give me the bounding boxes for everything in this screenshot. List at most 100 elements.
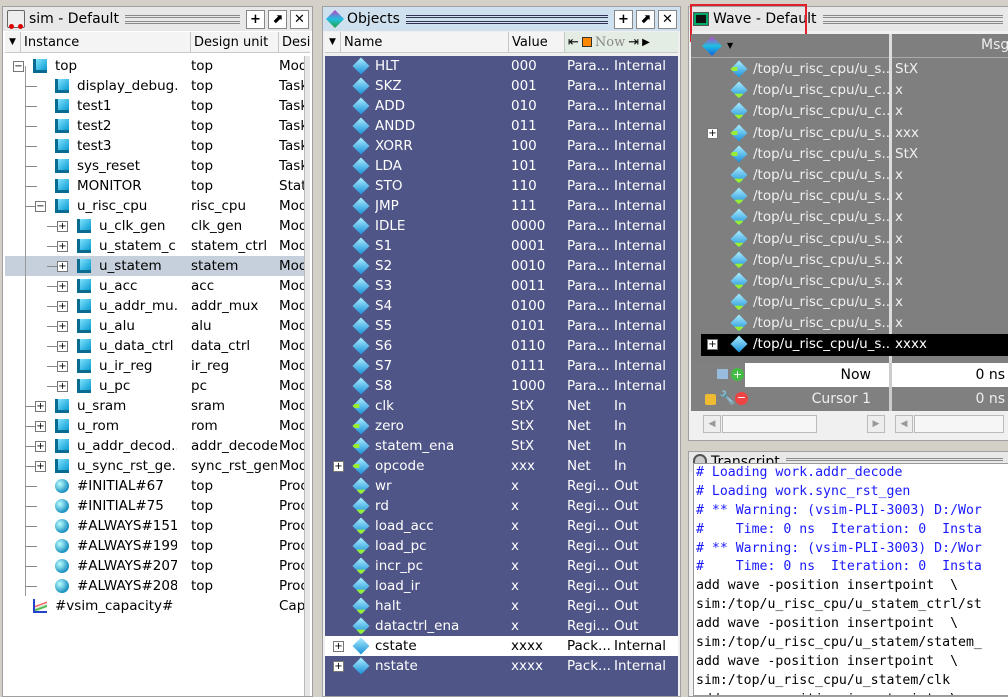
- wave-signal-row[interactable]: /top/u_risc_cpu/u_s... x: [701, 292, 1008, 313]
- object-row[interactable]: + cstate xxxx Pack... Internal: [325, 636, 678, 656]
- object-row[interactable]: S2 0010 Para... Internal: [325, 256, 678, 276]
- drag-handle[interactable]: [124, 14, 240, 24]
- object-row[interactable]: clk StX Net In: [325, 396, 678, 416]
- instance-row[interactable]: +u_accaccModu: [5, 276, 310, 296]
- expand-icon[interactable]: +: [35, 401, 46, 412]
- drag-handle[interactable]: [405, 14, 608, 24]
- wave-signal-row[interactable]: + /top/u_risc_cpu/u_s... xxxx: [701, 334, 1008, 356]
- instance-row[interactable]: #vsim_capacity#Capac: [5, 596, 310, 616]
- object-row[interactable]: incr_pc x Regi... Out: [325, 556, 678, 576]
- wave-signal-row[interactable]: /top/u_risc_cpu/u_c... x: [701, 101, 1008, 122]
- wave-signal-row[interactable]: /top/u_risc_cpu/u_s... x: [701, 271, 1008, 292]
- instance-row[interactable]: +u_alualuModu: [5, 316, 310, 336]
- column-name[interactable]: Name: [341, 32, 509, 52]
- wave-horizontal-scrollbar[interactable]: ◀ ▶ ◀: [691, 413, 1008, 435]
- instance-row[interactable]: +u_sync_rst_ge...sync_rst_genModu: [5, 456, 310, 476]
- wave-signal-row[interactable]: + /top/u_risc_cpu/u_s... xxx: [701, 123, 1008, 144]
- instance-row[interactable]: MONITORtopState: [5, 176, 310, 196]
- instance-row[interactable]: +u_ir_regir_regModu: [5, 356, 310, 376]
- wave-signal-row[interactable]: /top/u_risc_cpu/u_s... x: [701, 229, 1008, 250]
- wave-signal-row[interactable]: /top/u_risc_cpu/u_s... x: [701, 207, 1008, 228]
- object-row[interactable]: + opcode xxx Net In: [325, 456, 678, 476]
- object-row[interactable]: ADD 010 Para... Internal: [325, 96, 678, 116]
- expand-icon[interactable]: +: [35, 441, 46, 452]
- undock-button[interactable]: ⬈: [268, 9, 287, 29]
- cursor-row[interactable]: 🔧 − Cursor 1 0 ns: [691, 387, 1008, 411]
- object-row[interactable]: zero StX Net In: [325, 416, 678, 436]
- column-menu-button[interactable]: ▼: [5, 32, 21, 52]
- instance-row[interactable]: test3 top Task: [5, 136, 310, 156]
- wrench-icon[interactable]: 🔧: [719, 391, 735, 406]
- instance-row[interactable]: #INITIAL#75topProce: [5, 496, 310, 516]
- column-menu-button[interactable]: ▼: [325, 32, 341, 52]
- instance-row[interactable]: −toptopModu: [5, 56, 310, 76]
- add-cursor-icon[interactable]: +: [731, 368, 744, 381]
- scroll-right-icon[interactable]: ▶: [867, 415, 885, 433]
- object-row[interactable]: load_acc x Regi... Out: [325, 516, 678, 536]
- scroll-left-icon[interactable]: ◀: [703, 415, 721, 433]
- column-design-unit[interactable]: Design unit: [191, 32, 279, 52]
- object-row[interactable]: LDA 101 Para... Internal: [325, 156, 678, 176]
- expand-icon[interactable]: +: [57, 301, 68, 312]
- scroll-thumb[interactable]: [914, 415, 1004, 433]
- transcript-console[interactable]: # Loading work.addr_decode # Loading work…: [693, 463, 1008, 696]
- column-instance[interactable]: Instance: [21, 32, 191, 52]
- instance-row[interactable]: #ALWAYS#151...topProce: [5, 516, 310, 536]
- vertical-scrollbar[interactable]: [304, 56, 310, 696]
- dock-plus-button[interactable]: +: [614, 9, 633, 29]
- wave-signal-row[interactable]: /top/u_risc_cpu/u_s... StX: [701, 144, 1008, 165]
- wave-signal-row[interactable]: /top/u_risc_cpu/u_c... x: [701, 80, 1008, 101]
- stop-icon[interactable]: [581, 37, 592, 47]
- instance-row[interactable]: #INITIAL#67topProce: [5, 476, 310, 496]
- column-design-type[interactable]: Design: [279, 32, 310, 52]
- instance-row[interactable]: test1 top Task: [5, 96, 310, 116]
- close-button[interactable]: ✕: [658, 9, 677, 29]
- object-row[interactable]: load_pc x Regi... Out: [325, 536, 678, 556]
- zoom-icon[interactable]: [717, 369, 728, 379]
- expand-icon[interactable]: +: [57, 341, 68, 352]
- expand-icon[interactable]: +: [707, 339, 718, 351]
- object-row[interactable]: S3 0011 Para... Internal: [325, 276, 678, 296]
- wave-signal-row[interactable]: /top/u_risc_cpu/u_s... StX: [701, 59, 1008, 80]
- instance-row[interactable]: #ALWAYS#199...topProce: [5, 536, 310, 556]
- next-edge-icon[interactable]: ⇥: [628, 32, 639, 52]
- scroll-right-icon[interactable]: ▶: [642, 32, 650, 52]
- expand-icon[interactable]: +: [57, 381, 68, 392]
- object-row[interactable]: load_ir x Regi... Out: [325, 576, 678, 596]
- instance-row[interactable]: +u_statem_c...statem_ctrlModu: [5, 236, 310, 256]
- instance-row[interactable]: #ALWAYS#208...topProce: [5, 576, 310, 596]
- object-row[interactable]: + nstate xxxx Pack... Internal: [325, 656, 678, 676]
- object-row[interactable]: JMP 111 Para... Internal: [325, 196, 678, 216]
- add-wave-icon[interactable]: [702, 36, 722, 56]
- object-row[interactable]: SKZ 001 Para... Internal: [325, 76, 678, 96]
- instance-row[interactable]: +u_pcpcModu: [5, 376, 310, 396]
- expand-icon[interactable]: +: [57, 281, 68, 292]
- close-button[interactable]: ✕: [290, 9, 309, 29]
- object-row[interactable]: S6 0110 Para... Internal: [325, 336, 678, 356]
- column-value[interactable]: Value: [509, 32, 565, 52]
- object-row[interactable]: HLT 000 Para... Internal: [325, 56, 678, 76]
- instance-row[interactable]: +u_clk_genclk_genModu: [5, 216, 310, 236]
- dock-plus-button[interactable]: +: [246, 9, 265, 29]
- instance-row[interactable]: #ALWAYS#207...topProce: [5, 556, 310, 576]
- prev-edge-icon[interactable]: ⇤: [568, 32, 579, 52]
- object-row[interactable]: STO 110 Para... Internal: [325, 176, 678, 196]
- scroll-left-icon[interactable]: ◀: [895, 415, 913, 433]
- object-row[interactable]: S5 0101 Para... Internal: [325, 316, 678, 336]
- instance-row[interactable]: sys_reset top Task: [5, 156, 310, 176]
- wave-signal-row[interactable]: /top/u_risc_cpu/u_s... x: [701, 165, 1008, 186]
- object-row[interactable]: XORR 100 Para... Internal: [325, 136, 678, 156]
- object-row[interactable]: rd x Regi... Out: [325, 496, 678, 516]
- collapse-icon[interactable]: −: [13, 61, 24, 72]
- collapse-icon[interactable]: −: [35, 201, 46, 212]
- expand-icon[interactable]: +: [57, 321, 68, 332]
- object-row[interactable]: wr x Regi... Out: [325, 476, 678, 496]
- object-row[interactable]: S1 0001 Para... Internal: [325, 236, 678, 256]
- wave-signal-row[interactable]: /top/u_risc_cpu/u_s... x: [701, 186, 1008, 207]
- object-row[interactable]: S8 1000 Para... Internal: [325, 376, 678, 396]
- expand-icon[interactable]: +: [333, 641, 344, 652]
- objects-title-bar[interactable]: Objects + ⬈ ✕: [323, 7, 680, 31]
- scroll-thumb[interactable]: [722, 415, 817, 433]
- expand-icon[interactable]: +: [333, 461, 344, 472]
- object-row[interactable]: statem_ena StX Net In: [325, 436, 678, 456]
